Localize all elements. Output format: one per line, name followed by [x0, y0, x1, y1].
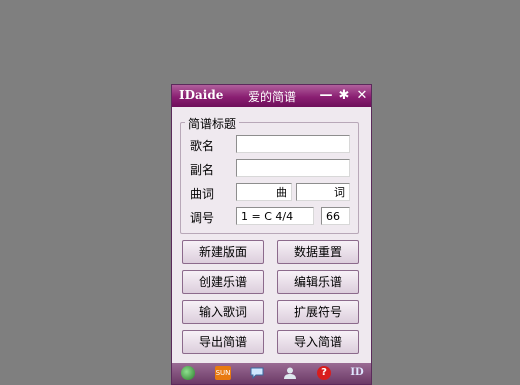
- song-name-input[interactable]: [236, 135, 350, 153]
- settings-icon[interactable]: ✱: [337, 88, 351, 104]
- group-title: 简谱标题: [185, 115, 240, 132]
- globe-icon[interactable]: [181, 366, 195, 380]
- tempo-input[interactable]: [321, 207, 350, 225]
- key-signature-label: 调号: [190, 211, 215, 225]
- create-score-button[interactable]: 创建乐谱: [182, 270, 264, 294]
- extended-symbols-button[interactable]: 扩展符号: [277, 300, 359, 324]
- help-icon[interactable]: ?: [317, 366, 331, 380]
- title-bar[interactable]: IDaide 爱的简谱 — ✱ ✕: [172, 85, 371, 107]
- key-signature-input[interactable]: [236, 207, 314, 225]
- new-layout-button[interactable]: 新建版面: [182, 240, 264, 264]
- sun-logo-icon[interactable]: SUN: [215, 366, 231, 380]
- close-button[interactable]: ✕: [355, 88, 369, 104]
- chat-bubble-icon[interactable]: [250, 366, 264, 380]
- app-logo: IDaide: [179, 88, 224, 102]
- export-score-button[interactable]: 导出简谱: [182, 330, 264, 354]
- import-score-button[interactable]: 导入简谱: [277, 330, 359, 354]
- reset-data-button[interactable]: 数据重置: [277, 240, 359, 264]
- status-bar: SUN ? ID: [172, 363, 371, 384]
- subtitle-label: 副名: [190, 163, 215, 177]
- composer-lyricist-label: 曲词: [190, 187, 215, 201]
- lyricist-input[interactable]: [296, 183, 350, 201]
- edit-score-button[interactable]: 编辑乐谱: [277, 270, 359, 294]
- subtitle-input[interactable]: [236, 159, 350, 177]
- input-lyrics-button[interactable]: 输入歌词: [182, 300, 264, 324]
- song-name-label: 歌名: [190, 139, 215, 153]
- window-title: 爱的简谱: [248, 90, 297, 104]
- user-icon[interactable]: [283, 366, 297, 380]
- composer-input[interactable]: [236, 183, 292, 201]
- id-logo-icon[interactable]: ID: [348, 366, 366, 380]
- minimize-button[interactable]: —: [319, 88, 333, 104]
